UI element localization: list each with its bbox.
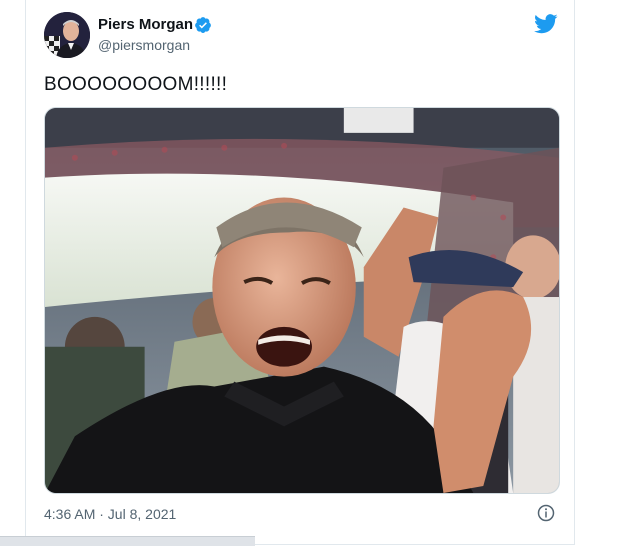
display-name[interactable]: Piers Morgan: [98, 16, 193, 33]
tweet-text: BOOOOOOOOM!!!!!!: [44, 74, 228, 95]
tweet-card: Piers Morgan @piersmorgan BOOOOOOOOM!!!!…: [25, 0, 575, 545]
avatar[interactable]: [44, 12, 90, 58]
verified-badge-icon: [195, 17, 211, 33]
twitter-bird-icon[interactable]: [534, 14, 558, 34]
user-handle[interactable]: @piersmorgan: [98, 37, 190, 53]
info-icon[interactable]: [537, 504, 555, 522]
tweet-timestamp[interactable]: 4:36 AM · Jul 8, 2021: [44, 506, 176, 522]
tweet-photo[interactable]: [44, 107, 560, 494]
